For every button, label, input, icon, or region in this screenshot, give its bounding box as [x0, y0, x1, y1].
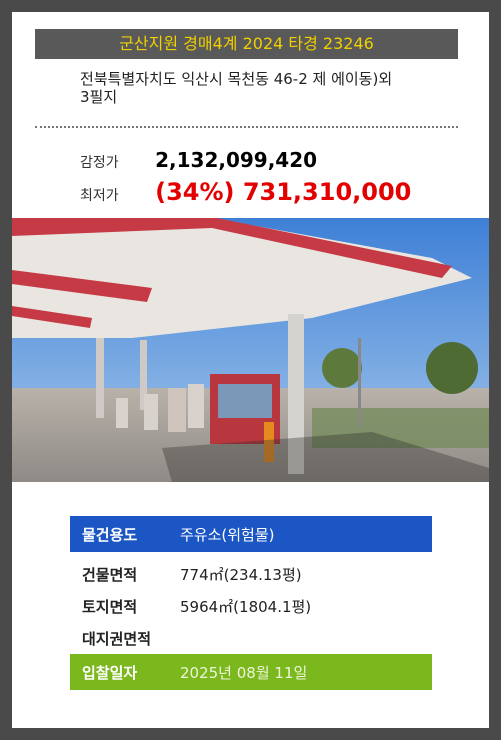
bid-date-label: 입찰일자: [82, 663, 138, 682]
auction-card: 군산지원 경매4계 2024 타경 23246 전북특별자치도 익산시 목천동 …: [12, 12, 489, 728]
property-address: 전북특별자치도 익산시 목천동 46-2 제 에이동)외 3필지: [80, 70, 450, 106]
usage-value: 주유소(위험물): [180, 525, 275, 544]
usage-row: 물건용도 주유소(위험물): [70, 516, 432, 552]
property-details: 물건용도 주유소(위험물) 건물면적 774㎡(234.13평) 토지면적 59…: [70, 516, 432, 690]
building-area-value: 774㎡(234.13평): [180, 565, 302, 584]
minimum-label: 최저가: [80, 188, 119, 204]
land-right-row: 대지권면적: [70, 622, 432, 654]
building-area-label: 건물면적: [82, 565, 138, 584]
case-title: 군산지원 경매4계 2024 타경 23246: [35, 29, 458, 59]
bid-date-row: 입찰일자 2025년 08월 11일: [70, 654, 432, 690]
land-area-label: 토지면적: [82, 597, 138, 616]
appraisal-price-row: 감정가 2,132,099,420: [80, 148, 317, 172]
gas-station-illustration: [12, 218, 489, 482]
dotted-divider: [35, 126, 458, 128]
minimum-value: (34%) 731,310,000: [155, 178, 412, 206]
address-line-2: 3필지: [80, 88, 118, 106]
appraisal-label: 감정가: [80, 155, 119, 171]
appraisal-value: 2,132,099,420: [155, 148, 318, 172]
building-area-row: 건물면적 774㎡(234.13평): [70, 558, 432, 590]
land-right-label: 대지권면적: [82, 629, 152, 648]
land-area-row: 토지면적 5964㎡(1804.1평): [70, 590, 432, 622]
address-line-1: 전북특별자치도 익산시 목천동 46-2 제 에이동)외: [80, 70, 393, 88]
gas-station-photo: [12, 218, 489, 482]
bid-date-value: 2025년 08월 11일: [180, 663, 308, 682]
land-area-value: 5964㎡(1804.1평): [180, 597, 312, 616]
minimum-price-row: 최저가 (34%) 731,310,000: [80, 178, 411, 206]
usage-label: 물건용도: [82, 525, 138, 544]
